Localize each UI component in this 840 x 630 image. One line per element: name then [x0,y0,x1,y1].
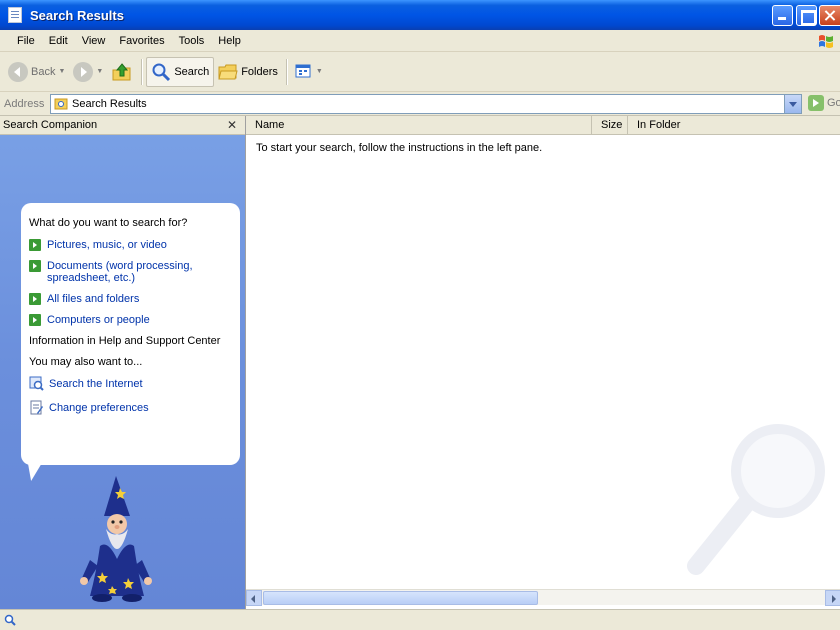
search-options-bubble: What do you want to search for? Pictures… [21,203,240,465]
back-label: Back [31,65,56,78]
option-label: All files and folders [47,293,140,305]
option-label: Pictures, music, or video [47,239,167,251]
option-computers-people[interactable]: Computers or people [29,314,232,326]
option-label: Computers or people [47,314,150,326]
views-icon [295,64,311,77]
empty-results-message: To start your search, follow the instruc… [256,142,543,154]
folders-icon [218,64,238,79]
go-label: Go [827,97,840,109]
green-arrow-icon [29,293,41,305]
search-internet-icon [29,376,44,391]
address-field[interactable]: Search Results [50,94,802,114]
minimize-button[interactable] [772,5,793,26]
window-title: Search Results [30,7,124,23]
windows-flag-icon [819,35,833,48]
option-documents[interactable]: Documents (word processing, spreadsheet,… [29,260,232,284]
scroll-right-button[interactable] [825,590,840,606]
alt-option-label: Change preferences [49,401,149,414]
column-header-name[interactable]: Name [246,116,592,135]
maximize-button[interactable] [796,5,817,26]
back-arrow-icon [8,61,28,82]
back-dropdown-icon[interactable]: ▼ [58,68,65,75]
menu-favorites[interactable]: Favorites [112,35,171,47]
forward-button[interactable]: ▼ [69,57,107,87]
go-button[interactable]: Go [808,95,840,111]
menu-view[interactable]: View [75,35,113,47]
help-support-link[interactable]: Information in Help and Support Center [29,335,232,347]
preferences-icon [30,400,43,415]
green-arrow-icon [29,239,41,251]
back-button[interactable]: Back ▼ [4,57,69,87]
alt-option-label: Search the Internet [49,377,143,390]
status-search-icon [4,614,16,626]
scroll-thumb[interactable] [263,591,538,605]
search-label: Search [174,65,210,78]
title-bar[interactable]: Search Results [0,0,840,30]
column-header-in-folder[interactable]: In Folder [628,116,840,135]
option-pictures-music-video[interactable]: Pictures, music, or video [29,239,232,251]
column-header-size[interactable]: Size [592,116,628,135]
address-dropdown-button[interactable] [784,94,802,114]
close-button[interactable] [819,5,840,26]
also-want-label: You may also want to... [29,356,143,368]
address-value: Search Results [72,98,147,110]
green-arrow-icon [29,314,41,326]
views-button[interactable]: ▼ [291,57,327,87]
forward-arrow-icon [73,61,94,82]
menu-help[interactable]: Help [211,35,248,47]
search-results-folder-icon [54,98,68,110]
folders-button[interactable]: Folders [214,57,282,87]
menu-tools[interactable]: Tools [172,35,212,47]
toolbar-separator-2 [285,58,287,85]
search-button[interactable]: Search [146,56,215,87]
menu-edit[interactable]: Edit [42,35,75,47]
search-companion-pane: Search Companion ✕ What do you want to s… [0,116,245,615]
change-preferences-link[interactable]: Change preferences [29,400,232,415]
folders-label: Folders [241,65,278,78]
search-question: What do you want to search for? [29,217,188,229]
status-bar [0,609,840,630]
horizontal-scrollbar[interactable] [246,589,840,606]
forward-dropdown-icon[interactable]: ▼ [96,68,103,75]
pane-close-icon[interactable]: ✕ [227,119,237,131]
views-dropdown-icon[interactable]: ▼ [316,68,323,75]
bubble-tail [24,463,42,481]
search-internet-link[interactable]: Search the Internet [29,376,232,391]
toolbar-separator [141,58,143,85]
search-wizard-character[interactable] [76,474,156,604]
address-bar: Address Search Results Go [0,92,840,116]
toolbar: Back ▼ ▼ Search Folders ▼ [0,52,840,92]
magnifier-watermark-icon [687,424,825,575]
menu-bar: File Edit View Favorites Tools Help [0,30,840,52]
green-arrow-icon [29,260,41,272]
address-label: Address [4,97,45,110]
go-arrow-icon [808,95,824,111]
search-companion-header: Search Companion ✕ [0,116,245,135]
results-pane[interactable]: Name Size In Folder To start your search… [245,116,840,615]
search-companion-title: Search Companion [3,119,98,131]
menu-file[interactable]: File [10,35,42,47]
up-folder-icon [112,62,131,80]
search-results-icon [8,7,22,23]
option-label: Documents (word processing, spreadsheet,… [47,260,193,284]
up-button[interactable] [107,57,137,87]
search-icon [152,63,171,81]
option-all-files-folders[interactable]: All files and folders [29,293,232,305]
scroll-left-button[interactable] [246,590,262,606]
